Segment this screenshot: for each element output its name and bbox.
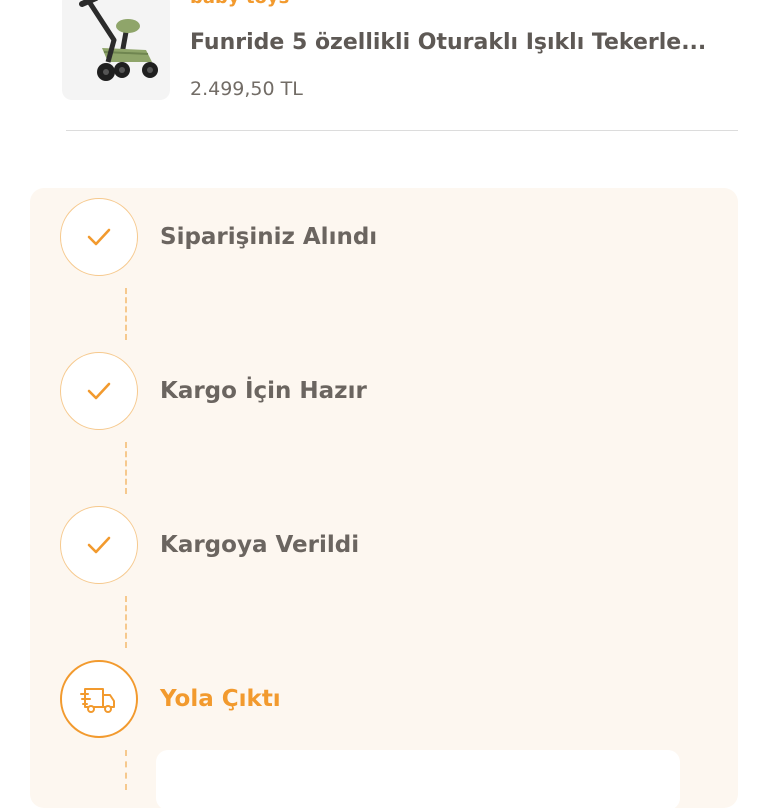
delivery-truck-icon	[80, 688, 115, 713]
order-tracking-panel: Siparişiniz Alındı Kargo İçin Hazır Karg…	[30, 188, 738, 808]
tracking-step-shipped: Kargoya Verildi	[60, 506, 720, 586]
product-price: 2.499,50 TL	[190, 78, 303, 100]
step-status-circle	[60, 506, 138, 584]
tracking-step-order-received: Siparişiniz Alındı	[60, 198, 720, 278]
step-status-circle	[60, 660, 138, 738]
product-title[interactable]: Funride 5 özellikli Oturaklı Işıklı Teke…	[190, 28, 710, 58]
check-icon	[87, 382, 111, 400]
order-product-row[interactable]: baby toys Funride 5 özellikli Oturaklı I…	[0, 0, 768, 132]
step-connector	[125, 442, 127, 494]
product-image[interactable]	[62, 0, 170, 100]
divider	[66, 130, 738, 131]
step-label: Siparişiniz Alındı	[160, 224, 378, 250]
kick-scooter-image	[79, 0, 158, 81]
step-connector	[125, 288, 127, 340]
step-status-circle	[60, 352, 138, 430]
step-connector	[125, 596, 127, 648]
step-connector	[125, 750, 127, 790]
step-label: Kargoya Verildi	[160, 532, 360, 558]
product-brand: baby toys	[190, 0, 289, 8]
step-label: Kargo İçin Hazır	[160, 378, 367, 404]
tracking-step-ready-for-shipping: Kargo İçin Hazır	[60, 352, 720, 432]
step-label: Yola Çıktı	[160, 686, 281, 712]
shipment-detail-card[interactable]	[156, 750, 680, 810]
tracking-step-out-for-delivery: Yola Çıktı	[60, 660, 720, 740]
step-status-circle	[60, 198, 138, 276]
check-icon	[87, 228, 111, 246]
check-icon	[87, 536, 111, 554]
